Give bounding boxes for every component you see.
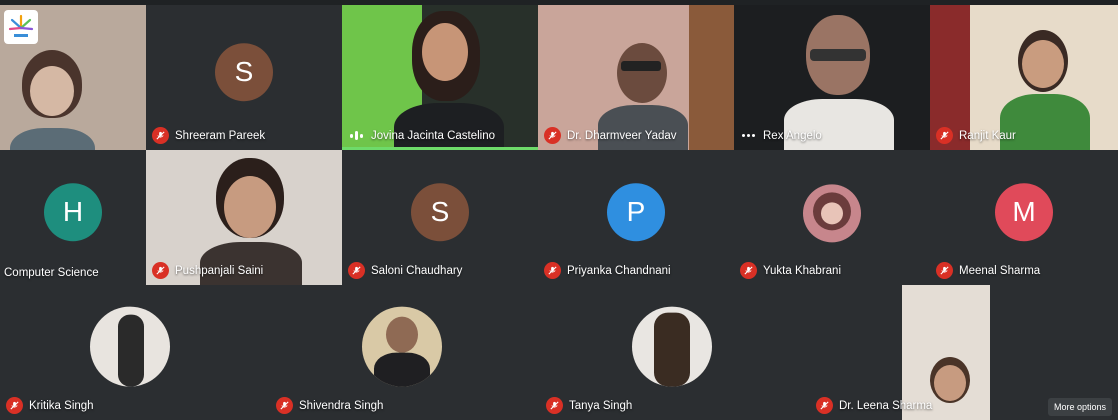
- participant-tile[interactable]: Shivendra Singh: [270, 285, 540, 420]
- participant-avatar: [90, 306, 170, 387]
- participant-avatar: [803, 183, 861, 242]
- participant-tile[interactable]: P Priyanka Chandnani: [538, 150, 734, 285]
- participant-name: Priyanka Chandnani: [567, 264, 671, 277]
- participant-name-bar: Ranjit Kaur: [936, 127, 1016, 144]
- mic-off-icon: [544, 127, 561, 144]
- participant-avatar: [362, 306, 442, 387]
- participant-name: Jovina Jacinta Castelino: [371, 129, 496, 142]
- mic-off-icon: [816, 397, 833, 414]
- participant-name-bar: Pushpanjali Saini: [152, 262, 263, 279]
- participant-name: Shivendra Singh: [299, 399, 384, 412]
- participant-name: Rex Angelo: [763, 129, 822, 142]
- participant-tile[interactable]: S Saloni Chaudhary: [342, 150, 538, 285]
- more-options-button[interactable]: More options: [1047, 398, 1112, 416]
- mic-off-icon: [152, 127, 169, 144]
- participant-avatar: P: [607, 182, 665, 241]
- participant-avatar: [632, 306, 712, 387]
- mic-off-icon: [936, 262, 953, 279]
- mic-off-icon: [544, 262, 561, 279]
- mic-off-icon: [348, 262, 365, 279]
- mic-off-icon: [6, 397, 23, 414]
- participant-name: Dr. Leena Sharma: [839, 399, 933, 412]
- mic-off-icon: [936, 127, 953, 144]
- participant-name-bar: Saloni Chaudhary: [348, 262, 462, 279]
- participant-name: Saloni Chaudhary: [371, 264, 463, 277]
- participant-name-bar: Yukta Khabrani: [740, 262, 841, 279]
- participant-avatar: H: [44, 182, 102, 241]
- participant-tile[interactable]: S Shreeram Pareek: [146, 5, 342, 150]
- participant-video: [10, 50, 95, 150]
- participant-tile[interactable]: Jovina Jacinta Castelino: [342, 5, 538, 150]
- participant-name-bar: Dr. Leena Sharma: [816, 397, 932, 414]
- participant-name: Computer Science: [4, 267, 99, 279]
- participant-name: Shreeram Pareek: [175, 129, 266, 142]
- mic-off-icon: [546, 397, 563, 414]
- participant-name-bar: Kritika Singh: [6, 397, 94, 414]
- participant-tile[interactable]: Tanya Singh: [540, 285, 810, 420]
- app-logo-icon: [4, 10, 38, 44]
- participant-name-bar: Dr. Dharmveer Yadav: [544, 127, 677, 144]
- participant-avatar: S: [215, 42, 273, 101]
- participant-name: Meenal Sharma: [959, 264, 1041, 277]
- mic-off-icon: [152, 262, 169, 279]
- participant-tile[interactable]: M Meenal Sharma: [930, 150, 1118, 285]
- more-dots-icon: [740, 127, 757, 144]
- participant-name-bar: Shreeram Pareek: [152, 127, 265, 144]
- mic-off-icon: [740, 262, 757, 279]
- participant-tile[interactable]: Kritika Singh: [0, 285, 270, 420]
- participant-name-bar: Shivendra Singh: [276, 397, 383, 414]
- participant-tile[interactable]: Dr. Leena Sharma More options: [810, 285, 1118, 420]
- participant-video: [689, 5, 734, 150]
- participant-name: Tanya Singh: [569, 399, 633, 412]
- participant-tile[interactable]: [0, 5, 150, 150]
- speaking-indicator-icon: [348, 127, 365, 144]
- participant-tile[interactable]: Pushpanjali Saini: [146, 150, 342, 285]
- participant-name: Kritika Singh: [29, 399, 94, 412]
- participant-name: Yukta Khabrani: [763, 264, 842, 277]
- participant-name-bar: Tanya Singh: [546, 397, 632, 414]
- participant-tile[interactable]: Rex Angelo: [734, 5, 930, 150]
- participant-avatar: S: [411, 182, 469, 241]
- participant-tile[interactable]: Yukta Khabrani: [734, 150, 930, 285]
- participant-tile[interactable]: Dr. Dharmveer Yadav: [538, 5, 734, 150]
- participant-name: Pushpanjali Saini: [175, 264, 264, 277]
- video-grid: S Shreeram Pareek Jovina Jacinta Casteli…: [0, 0, 1118, 420]
- participant-name-bar: Meenal Sharma: [936, 262, 1040, 279]
- mic-off-icon: [276, 397, 293, 414]
- participant-name-bar: Jovina Jacinta Castelino: [348, 127, 495, 144]
- participant-tile[interactable]: Ranjit Kaur: [930, 5, 1118, 150]
- participant-name-bar: Computer Science: [4, 267, 99, 279]
- participant-tile[interactable]: H Computer Science: [0, 150, 146, 285]
- participant-name-bar: Priyanka Chandnani: [544, 262, 671, 279]
- participant-avatar: M: [995, 182, 1053, 241]
- participant-name: Dr. Dharmveer Yadav: [567, 129, 677, 142]
- participant-name-bar: Rex Angelo: [740, 127, 822, 144]
- participant-name: Ranjit Kaur: [959, 129, 1016, 142]
